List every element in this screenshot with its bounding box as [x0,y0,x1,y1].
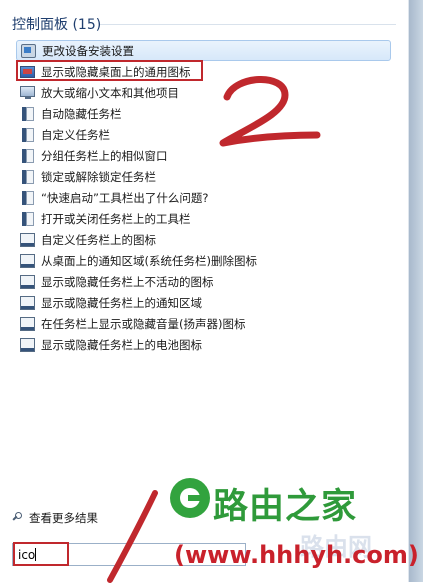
result-item[interactable]: 从桌面上的通知区域(系统任务栏)删除图标 [16,250,391,271]
result-item-label: 自动隐藏任务栏 [41,106,122,121]
taskbar-icon [20,316,35,331]
group-header-control-panel[interactable]: 控制面板 (15) [12,14,101,34]
result-item-label: 自定义任务栏上的图标 [41,232,156,247]
header-divider [100,24,396,25]
result-item-label: “快速启动”工具栏出了什么问题? [41,190,209,205]
result-item-label: 自定义任务栏 [41,127,110,142]
see-more-label: 查看更多结果 [29,511,98,525]
result-item-label: 从桌面上的通知区域(系统任务栏)删除图标 [41,253,257,268]
taskbar-icon [20,253,35,268]
result-item-label: 显示或隐藏任务栏上的电池图标 [41,337,202,352]
see-more-results-link[interactable]: 查看更多结果 [12,510,98,526]
result-item[interactable]: 显示或隐藏任务栏上的通知区域 [16,292,391,313]
result-item[interactable]: 在任务栏上显示或隐藏音量(扬声器)图标 [16,313,391,334]
result-item[interactable]: 显示或隐藏桌面上的通用图标 [16,60,391,82]
taskbar-icon [20,337,35,352]
start-menu-right-pane-edge [409,0,423,582]
monitor-icon [20,86,35,99]
result-item[interactable]: 分组任务栏上的相似窗口 [16,145,391,166]
result-item[interactable]: 自定义任务栏上的图标 [16,229,391,250]
results-list: 更改设备安装设置显示或隐藏桌面上的通用图标 放大或缩小文本和其他项目 自动隐藏任务栏… [16,40,391,355]
result-item[interactable]: 显示或隐藏任务栏上的电池图标 [16,334,391,355]
taskbar-icon [20,232,35,247]
taskbar-v-icon [20,106,35,121]
taskbar-v-icon [20,127,35,142]
display-icon [20,65,35,78]
taskbar-v-icon [20,148,35,163]
annotation-number-two [219,76,321,147]
result-item-label: 打开或关闭任务栏上的工具栏 [41,211,191,226]
result-item-label: 显示或隐藏任务栏上的通知区域 [41,295,202,310]
taskbar-v-icon [20,169,35,184]
search-input-highlight-box [13,542,69,566]
result-item-label: 放大或缩小文本和其他项目 [41,85,179,100]
result-item[interactable]: 自定义任务栏 [16,124,391,145]
devices-icon [21,43,36,58]
taskbar-icon [20,295,35,310]
result-item[interactable]: 显示或隐藏任务栏上不活动的图标 [16,271,391,292]
result-item-label: 显示或隐藏任务栏上不活动的图标 [41,274,214,289]
result-item-label: 显示或隐藏桌面上的通用图标 [41,64,191,79]
result-item-label: 在任务栏上显示或隐藏音量(扬声器)图标 [41,316,246,331]
result-item[interactable]: 更改设备安装设置 [16,40,391,61]
result-item[interactable]: 打开或关闭任务栏上的工具栏 [16,208,391,229]
taskbar-v-icon [20,190,35,205]
result-item[interactable]: 锁定或解除锁定任务栏 [16,166,391,187]
result-item[interactable]: “快速启动”工具栏出了什么问题? [16,187,391,208]
annotation-number-one [107,490,158,583]
watermark-url: (www.hhhyh.com) [174,541,419,569]
result-item-label: 更改设备安装设置 [42,43,134,58]
watermark-site-name: 路由之家 [213,487,358,527]
watermark-logo-icon [170,478,210,518]
taskbar-v-icon [20,211,35,226]
result-item-label: 分组任务栏上的相似窗口 [41,148,168,163]
result-item-label: 锁定或解除锁定任务栏 [41,169,156,184]
result-item[interactable]: 放大或缩小文本和其他项目 [16,82,391,103]
result-item[interactable]: 自动隐藏任务栏 [16,103,391,124]
search-icon [12,512,24,524]
taskbar-icon [20,274,35,289]
